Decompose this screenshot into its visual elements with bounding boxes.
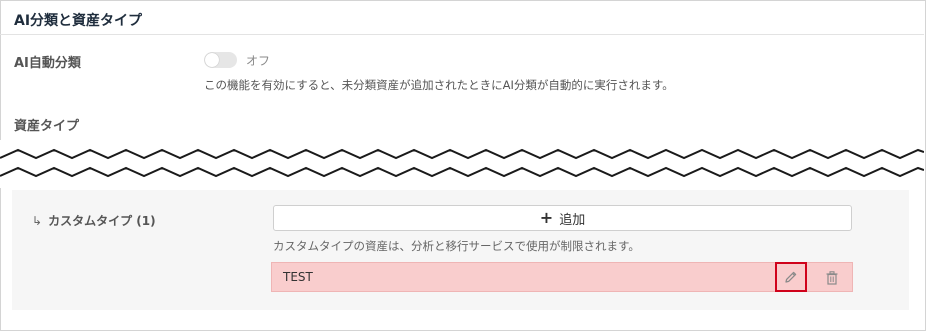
return-arrow-icon: ↳ [32, 214, 43, 228]
custom-type-row: TEST [271, 262, 853, 292]
custom-types-label: ↳ カスタムタイプ (1) [32, 212, 156, 229]
asset-types-label: 資産タイプ [14, 119, 80, 134]
trash-icon [826, 271, 838, 285]
auto-classification-label: AI自動分類 [14, 56, 81, 71]
add-custom-type-button[interactable]: + 追加 [273, 205, 852, 231]
custom-types-note: カスタムタイプの資産は、分析と移行サービスで使用が制限されます。 [273, 239, 640, 253]
custom-type-name: TEST [283, 270, 313, 284]
divider [0, 34, 924, 35]
plus-icon: + [539, 208, 554, 227]
toggle-knob [205, 53, 219, 67]
delete-button[interactable] [822, 268, 842, 288]
section-title: AI分類と資産タイプ [14, 13, 143, 29]
auto-classification-toggle[interactable] [204, 52, 237, 68]
add-button-label: 追加 [559, 212, 586, 228]
pencil-icon [785, 271, 797, 283]
custom-types-label-text: カスタムタイプ (1) [48, 214, 156, 228]
truncation-wave [0, 140, 924, 188]
edit-button[interactable] [775, 262, 807, 292]
auto-classification-description: この機能を有効にすると、未分類資産が追加されたときにAI分類が自動的に実行されま… [204, 78, 674, 92]
toggle-state-text: オフ [246, 54, 271, 68]
